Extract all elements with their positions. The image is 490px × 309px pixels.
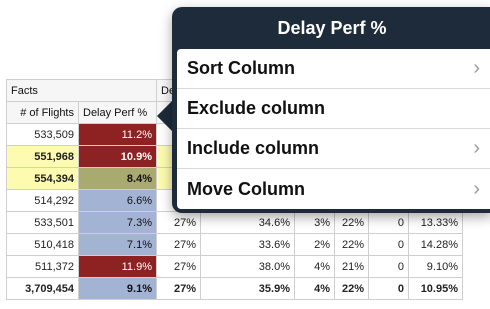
column-menu-popover: Delay Perf % Sort Column › Exclude colum… <box>172 7 490 213</box>
table-cell[interactable]: 27% <box>156 211 201 234</box>
cell-delay-perf[interactable]: 11.2% <box>78 123 157 146</box>
popover-title: Delay Perf % <box>277 18 387 38</box>
table-cell[interactable]: 0 <box>368 211 409 234</box>
table-cell[interactable]: 27% <box>156 233 201 256</box>
table-cell[interactable]: 3% <box>294 211 335 234</box>
table-cell[interactable]: 33.6% <box>200 233 295 256</box>
cell-delay-perf[interactable]: 6.6% <box>78 189 157 212</box>
popover-arrow <box>157 100 173 132</box>
menu-item-exclude-column[interactable]: Exclude column <box>177 89 490 129</box>
column-menu: Sort Column › Exclude column Include col… <box>177 49 490 209</box>
cell-num-flights[interactable]: 554,394 <box>6 167 79 190</box>
table-cell[interactable]: 22% <box>334 277 369 300</box>
header-facts[interactable]: Facts <box>6 79 157 102</box>
cell-num-flights[interactable]: 551,968 <box>6 145 79 168</box>
table-row[interactable]: 511,372 11.9% 27% 38.0% 4% 21% 0 9.10% <box>6 255 463 278</box>
table-cell[interactable]: 0 <box>368 233 409 256</box>
table-row[interactable]: 510,418 7.1% 27% 33.6% 2% 22% 0 14.28% <box>6 233 463 256</box>
chevron-right-icon: › <box>473 177 480 200</box>
table-cell[interactable]: 38.0% <box>200 255 295 278</box>
cell-delay-perf[interactable]: 7.1% <box>78 233 157 256</box>
table-cell[interactable]: 4% <box>294 255 335 278</box>
chevron-right-icon: › <box>473 137 480 159</box>
cell-delay-perf[interactable]: 8.4% <box>78 167 157 190</box>
menu-item-include-column[interactable]: Include column › <box>177 129 490 169</box>
cell-delay-perf[interactable]: 10.9% <box>78 145 157 168</box>
cell-num-flights[interactable]: 511,372 <box>6 255 79 278</box>
table-cell[interactable]: 22% <box>334 211 369 234</box>
table-cell[interactable]: 22% <box>334 233 369 256</box>
table-cell[interactable]: 27% <box>156 277 201 300</box>
table-cell[interactable]: 9.10% <box>408 255 463 278</box>
menu-item-sort-column[interactable]: Sort Column › <box>177 49 490 89</box>
table-cell[interactable]: 21% <box>334 255 369 278</box>
table-cell[interactable]: 0 <box>368 255 409 278</box>
menu-item-label: Move Column <box>187 178 306 199</box>
table-cell[interactable]: 14.28% <box>408 233 463 256</box>
table-cell[interactable]: 35.9% <box>200 277 295 300</box>
cell-num-flights[interactable]: 510,418 <box>6 233 79 256</box>
table-cell[interactable]: 2% <box>294 233 335 256</box>
chevron-right-icon: › <box>473 57 480 79</box>
cell-num-flights[interactable]: 514,292 <box>6 189 79 212</box>
cell-num-flights[interactable]: 533,509 <box>6 123 79 146</box>
total-row[interactable]: 3,709,454 9.1% 27% 35.9% 4% 22% 0 10.95% <box>6 277 463 300</box>
table-cell[interactable]: 4% <box>294 277 335 300</box>
cell-num-flights[interactable]: 3,709,454 <box>6 277 79 300</box>
table-cell[interactable]: 0 <box>368 277 409 300</box>
table-cell[interactable]: 13.33% <box>408 211 463 234</box>
cell-delay-perf[interactable]: 7.3% <box>78 211 157 234</box>
cell-num-flights[interactable]: 533,501 <box>6 211 79 234</box>
menu-item-label: Exclude column <box>187 98 326 118</box>
table-cell[interactable]: 10.95% <box>408 277 463 300</box>
menu-item-move-column[interactable]: Move Column › <box>177 169 490 209</box>
table-cell[interactable]: 34.6% <box>200 211 295 234</box>
header-num-flights[interactable]: # of Flights <box>6 101 79 124</box>
table-cell[interactable]: 27% <box>156 255 201 278</box>
table-row[interactable]: 533,501 7.3% 27% 34.6% 3% 22% 0 13.33% <box>6 211 463 234</box>
header-delay-perf[interactable]: Delay Perf % <box>78 101 157 124</box>
cell-delay-perf[interactable]: 9.1% <box>78 277 157 300</box>
cell-delay-perf[interactable]: 11.9% <box>78 255 157 278</box>
menu-item-label: Sort Column <box>187 58 295 78</box>
menu-item-label: Include column <box>187 138 320 158</box>
